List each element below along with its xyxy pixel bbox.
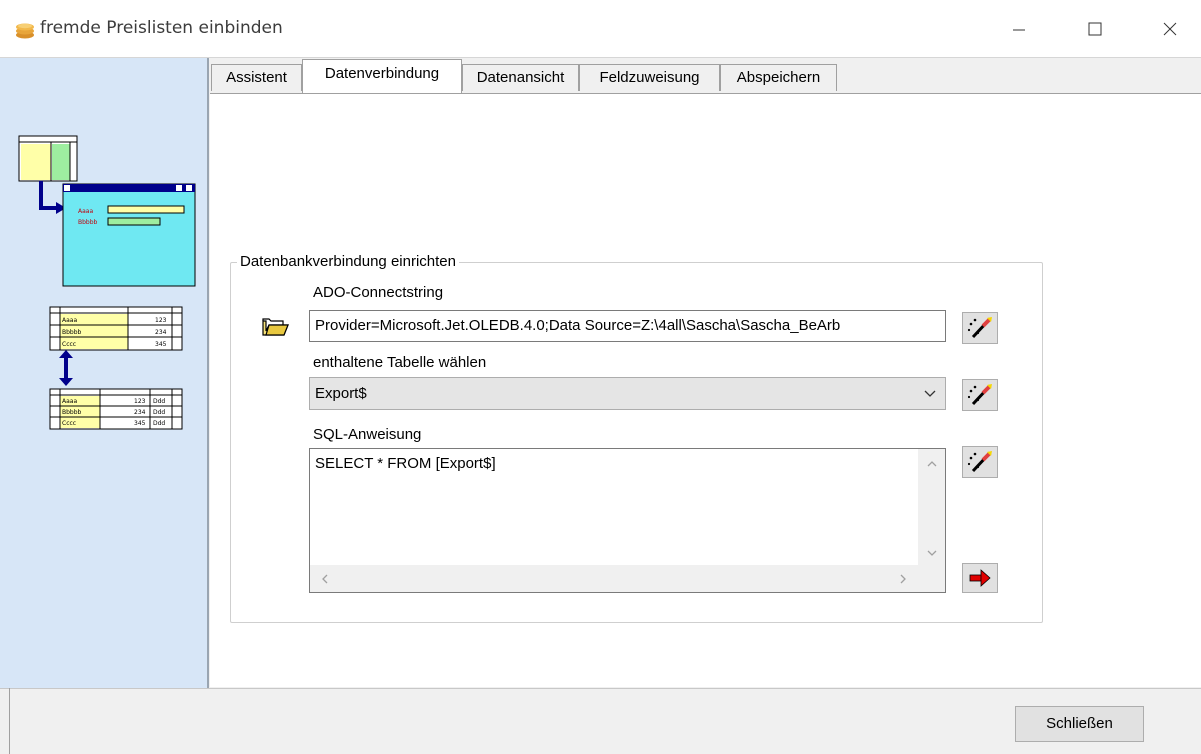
wizard-illustration: Aaaa Bbbbb Aaaa Bbbbb Cccc 123 234 345 A… bbox=[18, 135, 196, 430]
tab-assistent[interactable]: Assistent bbox=[211, 64, 302, 91]
grid1-row2-value: 234 bbox=[155, 329, 167, 336]
scroll-up-icon[interactable] bbox=[925, 457, 939, 471]
minimize-button[interactable] bbox=[1004, 14, 1034, 44]
scrollbar-corner bbox=[918, 565, 945, 592]
sql-label: SQL-Anweisung bbox=[313, 426, 422, 443]
table-select-value: Export$ bbox=[315, 385, 367, 402]
form-window-icon: Aaaa Bbbbb bbox=[62, 183, 196, 287]
maximize-button[interactable] bbox=[1080, 14, 1110, 44]
chevron-down-icon bbox=[924, 390, 936, 397]
sql-textarea[interactable]: SELECT * FROM [Export$] bbox=[309, 448, 946, 593]
grid1-row1-label: Aaaa bbox=[62, 317, 77, 324]
grid2-row3-unit: Ddd bbox=[153, 420, 165, 427]
scroll-right-icon[interactable] bbox=[896, 572, 910, 586]
scroll-down-icon[interactable] bbox=[925, 546, 939, 560]
tab-datenverbindung[interactable]: Datenverbindung bbox=[302, 59, 462, 93]
table-select[interactable]: Export$ bbox=[309, 377, 946, 410]
grid1-row3-label: Cccc bbox=[62, 341, 76, 348]
close-dialog-button[interactable]: Schließen bbox=[1015, 706, 1144, 742]
grid1-row3-value: 345 bbox=[155, 341, 167, 348]
grid2-row3-label: Cccc bbox=[62, 420, 76, 427]
grid2-row1-value: 123 bbox=[134, 398, 146, 405]
left-edge-divider bbox=[0, 688, 10, 754]
magic-wand-icon bbox=[967, 317, 992, 339]
tab-abspeichern[interactable]: Abspeichern bbox=[720, 64, 837, 91]
horizontal-scrollbar[interactable] bbox=[310, 565, 918, 592]
grid2-row2-unit: Ddd bbox=[153, 409, 165, 416]
open-folder-icon[interactable] bbox=[259, 314, 293, 340]
next-step-button[interactable] bbox=[962, 563, 998, 593]
magic-wand-icon bbox=[967, 384, 992, 406]
grid2-row3-value: 345 bbox=[134, 420, 146, 427]
grid-table-icon-1: Aaaa Bbbbb Cccc 123 234 345 bbox=[49, 306, 183, 351]
scroll-left-icon[interactable] bbox=[318, 572, 332, 586]
tab-feldzuweisung[interactable]: Feldzuweisung bbox=[579, 64, 720, 91]
connectstring-input[interactable]: Provider=Microsoft.Jet.OLEDB.4.0;Data So… bbox=[309, 310, 946, 342]
window-title: fremde Preislisten einbinden bbox=[40, 18, 283, 38]
form-label-2: Bbbbb bbox=[78, 219, 98, 226]
connectstring-label: ADO-Connectstring bbox=[313, 284, 444, 301]
grid2-row1-unit: Ddd bbox=[153, 398, 165, 405]
coins-icon bbox=[16, 23, 34, 39]
grid-table-icon-2: Aaaa Bbbbb Cccc 123 234 345 Ddd Ddd Ddd bbox=[49, 388, 183, 430]
grid1-row1-value: 123 bbox=[155, 317, 167, 324]
arrow-right-icon bbox=[969, 569, 991, 587]
form-label-1: Aaaa bbox=[78, 208, 93, 215]
grid2-row2-value: 234 bbox=[134, 409, 146, 416]
groupbox-title: Datenbankverbindung einrichten bbox=[237, 253, 459, 270]
wizard-illustration-panel: Aaaa Bbbbb Aaaa Bbbbb Cccc 123 234 345 A… bbox=[0, 58, 209, 688]
grid2-row2-label: Bbbbb bbox=[62, 409, 82, 416]
sql-text: SELECT * FROM [Export$] bbox=[315, 455, 496, 472]
spreadsheet-icon bbox=[18, 135, 78, 182]
grid2-row1-label: Aaaa bbox=[62, 398, 77, 405]
wizard-button-connection[interactable] bbox=[962, 312, 998, 344]
magic-wand-icon bbox=[967, 451, 992, 473]
wizard-button-table[interactable] bbox=[962, 379, 998, 411]
tab-datenansicht[interactable]: Datenansicht bbox=[462, 64, 579, 91]
sync-arrow-icon bbox=[59, 350, 73, 386]
grid1-row2-label: Bbbbb bbox=[62, 329, 82, 336]
wizard-button-sql[interactable] bbox=[962, 446, 998, 478]
title-bar: fremde Preislisten einbinden bbox=[0, 0, 1201, 58]
tab-strip: Assistent Datenverbindung Datenansicht F… bbox=[210, 58, 1201, 94]
flow-arrow-icon bbox=[39, 181, 66, 214]
table-select-label: enthaltene Tabelle wählen bbox=[313, 354, 487, 371]
close-button[interactable] bbox=[1155, 14, 1185, 44]
vertical-scrollbar[interactable] bbox=[918, 449, 945, 566]
